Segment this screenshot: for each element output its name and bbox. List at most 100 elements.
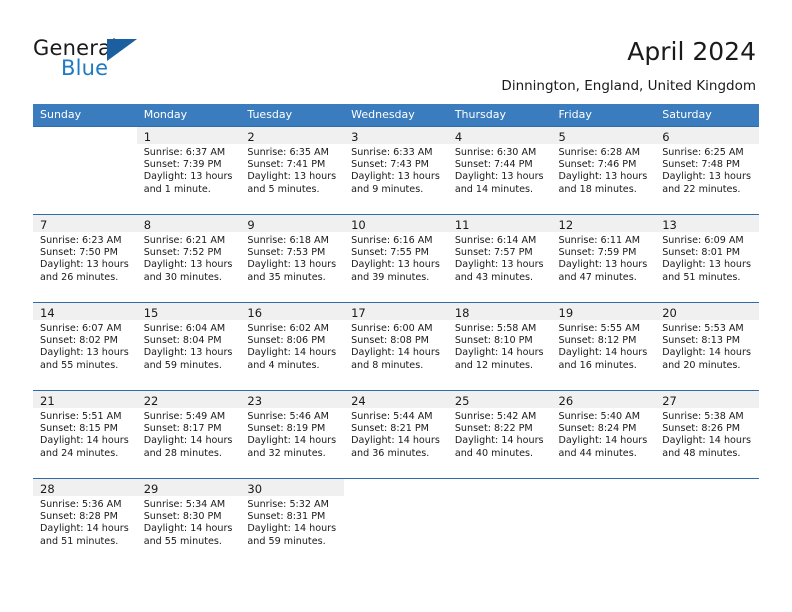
calendar-day-cell[interactable]: 21 Sunrise: 5:51 AM Sunset: 8:15 PM Dayligh… [33,390,137,478]
calendar-day-cell[interactable]: 14 Sunrise: 6:07 AM Sunset: 8:02 PM Dayligh… [33,302,137,390]
calendar-day-content: 17 Sunrise: 6:00 AM Sunset: 8:08 PM Dayligh… [344,302,448,390]
sunset-text: Sunset: 8:24 PM [558,423,637,435]
calendar-day-content: 6 Sunrise: 6:25 AM Sunset: 7:48 PM Daylight… [655,126,759,214]
sunrise-text: Sunrise: 6:37 AM [143,147,226,158]
calendar-day-cell[interactable]: 5 Sunrise: 6:28 AM Sunset: 7:46 PM Daylight… [551,126,656,214]
calendar-day-cell[interactable]: 27 Sunrise: 5:38 AM Sunset: 8:26 PM Dayligh… [655,390,759,478]
calendar-day-cell[interactable]: 29 Sunrise: 5:34 AM Sunset: 8:30 PM Dayligh… [136,478,241,566]
calendar-day-content: 2 Sunrise: 6:35 AM Sunset: 7:41 PM Daylight… [240,126,345,214]
sunrise-text: Sunrise: 5:36 AM [40,499,122,510]
sunrise-text: Sunrise: 6:35 AM [247,147,329,158]
day-sun-info: Sunrise: 5:36 AM Sunset: 8:28 PM Daylight:… [33,496,137,548]
day-sun-info: Sunrise: 5:46 AM Sunset: 8:19 PM Daylight:… [240,408,344,460]
calendar-day-cell[interactable]: 20 Sunrise: 5:53 AM Sunset: 8:13 PM Dayligh… [655,302,759,390]
sunset-text: Sunset: 8:22 PM [454,423,533,435]
day-sun-info: Sunrise: 6:14 AM Sunset: 7:57 PM Daylight:… [448,232,552,284]
day-sun-info: Sunrise: 6:28 AM Sunset: 7:46 PM Daylight:… [552,144,656,196]
weekday-header-sunday: Sunday [33,104,137,126]
day-number-band: 25 [447,391,552,408]
day-number-band: 22 [136,391,241,408]
calendar-day-content: 10 Sunrise: 6:16 AM Sunset: 7:55 PM Dayligh… [344,214,448,302]
day-number: 9 [247,218,255,232]
day-number-band: 7 [33,215,137,232]
day-number-band: 18 [447,303,552,320]
calendar-day-cell[interactable]: 3 Sunrise: 6:33 AM Sunset: 7:43 PM Daylight… [344,126,448,214]
sunset-text: Sunset: 8:26 PM [662,423,741,435]
calendar-day-cell[interactable]: 28 Sunrise: 5:36 AM Sunset: 8:28 PM Dayligh… [33,478,137,566]
daylight-text-line1: Daylight: 14 hours [662,435,751,447]
calendar-day-cell[interactable]: 26 Sunrise: 5:40 AM Sunset: 8:24 PM Dayligh… [551,390,656,478]
calendar-day-content: 7 Sunrise: 6:23 AM Sunset: 7:50 PM Daylight… [33,214,137,302]
calendar-day-cell[interactable]: 9 Sunrise: 6:18 AM Sunset: 7:53 PM Daylight… [240,214,345,302]
calendar-day-cell [447,478,552,566]
calendar-day-cell[interactable]: 23 Sunrise: 5:46 AM Sunset: 8:19 PM Dayligh… [240,390,345,478]
calendar-day-cell[interactable]: 4 Sunrise: 6:30 AM Sunset: 7:44 PM Daylight… [447,126,552,214]
day-sun-info: Sunrise: 6:18 AM Sunset: 7:53 PM Daylight:… [240,232,344,284]
daylight-text-line1: Daylight: 14 hours [558,435,648,447]
calendar-day-cell[interactable]: 10 Sunrise: 6:16 AM Sunset: 7:55 PM Dayligh… [344,214,448,302]
sunrise-text: Sunrise: 6:04 AM [143,323,226,334]
day-number: 14 [40,306,55,320]
daylight-text-line2: and 26 minutes. [40,271,119,283]
calendar-day-content: 8 Sunrise: 6:21 AM Sunset: 7:52 PM Daylight… [136,214,241,302]
calendar-day-cell[interactable]: 16 Sunrise: 6:02 AM Sunset: 8:06 PM Dayligh… [240,302,345,390]
calendar-day-cell[interactable]: 30 Sunrise: 5:32 AM Sunset: 8:31 PM Dayligh… [240,478,345,566]
calendar-day-cell[interactable]: 15 Sunrise: 6:04 AM Sunset: 8:04 PM Dayligh… [136,302,241,390]
logo-word-blue: Blue [61,56,109,80]
day-number: 1 [143,130,152,144]
sunrise-text: Sunrise: 5:44 AM [351,411,433,422]
calendar-week-row: 28 Sunrise: 5:36 AM Sunset: 8:28 PM Dayligh… [33,478,759,566]
daylight-text-line1: Daylight: 13 hours [247,171,337,183]
sunrise-text: Sunrise: 6:21 AM [143,235,226,246]
day-sun-info: Sunrise: 5:44 AM Sunset: 8:21 PM Daylight:… [344,408,448,460]
calendar-day-cell[interactable]: 17 Sunrise: 6:00 AM Sunset: 8:08 PM Dayligh… [344,302,448,390]
calendar-day-cell[interactable]: 6 Sunrise: 6:25 AM Sunset: 7:48 PM Daylight… [655,126,759,214]
page-header: General Blue April 2024 Dinnington, Engl… [0,0,792,104]
day-number-band: 24 [344,391,448,408]
calendar-table: Sunday Monday Tuesday Wednesday Thursday… [33,104,759,566]
day-number: 16 [247,306,263,320]
generalblue-logo[interactable]: General Blue [33,36,153,82]
day-number-band: 12 [551,215,656,232]
sunrise-text: Sunrise: 5:40 AM [558,411,640,422]
calendar-day-cell[interactable]: 8 Sunrise: 6:21 AM Sunset: 7:52 PM Daylight… [136,214,241,302]
sunset-text: Sunset: 7:55 PM [351,247,429,259]
calendar-day-cell[interactable]: 19 Sunrise: 5:55 AM Sunset: 8:12 PM Dayligh… [551,302,656,390]
calendar-day-cell[interactable]: 7 Sunrise: 6:23 AM Sunset: 7:50 PM Daylight… [33,214,137,302]
calendar-day-content: 9 Sunrise: 6:18 AM Sunset: 7:53 PM Daylight… [240,214,345,302]
sunset-text: Sunset: 7:44 PM [454,159,533,171]
day-number-band: 19 [551,303,656,320]
calendar-day-cell[interactable]: 2 Sunrise: 6:35 AM Sunset: 7:41 PM Daylight… [240,126,345,214]
daylight-text-line2: and 48 minutes. [662,447,741,459]
calendar-day-cell[interactable]: 12 Sunrise: 6:11 AM Sunset: 7:59 PM Dayligh… [551,214,656,302]
day-sun-info: Sunrise: 5:34 AM Sunset: 8:30 PM Daylight:… [137,496,241,548]
sunrise-text: Sunrise: 6:09 AM [662,235,744,246]
daylight-text-line2: and 44 minutes. [558,447,637,459]
calendar-day-cell[interactable]: 22 Sunrise: 5:49 AM Sunset: 8:17 PM Dayligh… [136,390,241,478]
day-number: 18 [454,306,470,320]
weekday-header-saturday: Saturday [655,104,759,126]
daylight-text-line1: Daylight: 13 hours [143,347,233,359]
day-number: 4 [454,130,463,144]
daylight-text-line1: Daylight: 14 hours [40,435,129,447]
day-sun-info: Sunrise: 5:49 AM Sunset: 8:17 PM Daylight:… [137,408,241,460]
calendar-week-row: 21 Sunrise: 5:51 AM Sunset: 8:15 PM Dayligh… [33,390,759,478]
day-number-band: 11 [447,215,552,232]
calendar-day-content: 22 Sunrise: 5:49 AM Sunset: 8:17 PM Dayligh… [136,390,241,478]
calendar-day-cell[interactable]: 11 Sunrise: 6:14 AM Sunset: 7:57 PM Dayligh… [447,214,552,302]
daylight-text-line2: and 51 minutes. [662,271,741,283]
calendar-week-row: 1 Sunrise: 6:37 AM Sunset: 7:39 PM Daylight… [33,126,759,214]
daylight-text-line1: Daylight: 14 hours [247,523,337,535]
daylight-text-line2: and 43 minutes. [454,271,534,283]
day-sun-info: Sunrise: 5:55 AM Sunset: 8:12 PM Daylight:… [552,320,656,372]
calendar-day-cell[interactable]: 25 Sunrise: 5:42 AM Sunset: 8:22 PM Dayligh… [447,390,552,478]
day-number: 2 [247,130,255,144]
calendar-day-cell[interactable]: 13 Sunrise: 6:09 AM Sunset: 8:01 PM Dayligh… [655,214,759,302]
calendar-day-cell[interactable]: 18 Sunrise: 5:58 AM Sunset: 8:10 PM Dayligh… [447,302,552,390]
day-number-band: 17 [344,303,448,320]
calendar-day-cell[interactable]: 24 Sunrise: 5:44 AM Sunset: 8:21 PM Dayligh… [344,390,448,478]
daylight-text-line2: and 5 minutes. [247,183,320,195]
calendar-day-cell[interactable]: 1 Sunrise: 6:37 AM Sunset: 7:39 PM Daylight… [136,126,241,214]
day-sun-info: Sunrise: 6:02 AM Sunset: 8:06 PM Daylight:… [240,320,344,372]
sunrise-text: Sunrise: 5:38 AM [662,411,744,422]
